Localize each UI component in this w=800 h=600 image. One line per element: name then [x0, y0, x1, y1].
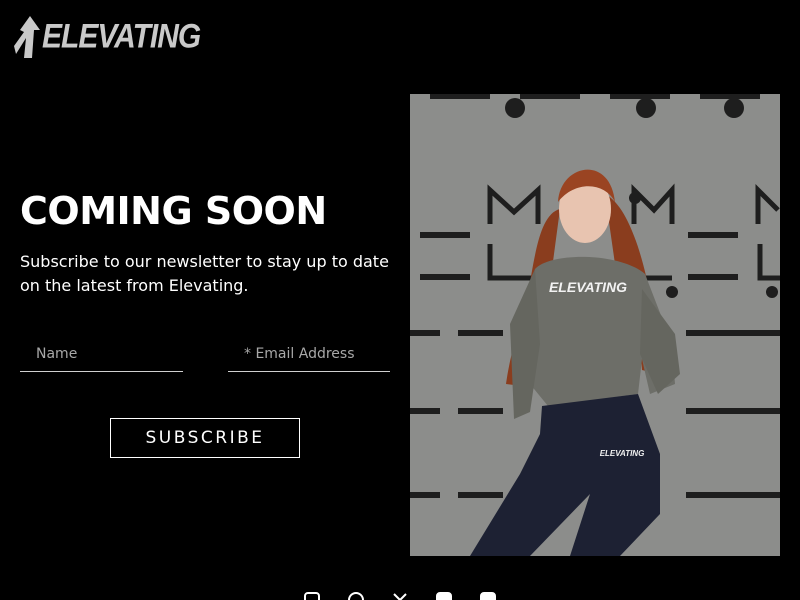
coming-soon-page: ELEVATING COMING SOON Subscribe to our n…: [0, 0, 800, 600]
name-input[interactable]: [20, 336, 183, 372]
newsletter-description: Subscribe to our newsletter to stay up t…: [20, 252, 389, 295]
hoodie-print: ELEVATING: [549, 279, 627, 295]
linkedin-icon[interactable]: [480, 592, 496, 600]
pinterest-icon[interactable]: [348, 592, 364, 600]
brand-logo[interactable]: ELEVATING: [12, 14, 201, 60]
elevating-arrow-icon: [14, 16, 40, 58]
facebook-icon[interactable]: [436, 592, 452, 600]
instagram-icon[interactable]: [304, 592, 320, 600]
x-icon[interactable]: [392, 592, 408, 600]
social-links: [0, 592, 800, 600]
email-input[interactable]: [228, 336, 390, 372]
subscribe-button[interactable]: SUBSCRIBE: [110, 418, 300, 458]
page-title: COMING SOON: [20, 189, 327, 233]
brand-logo-text: ELEVATING: [42, 17, 201, 56]
pants-print: ELEVATING: [600, 449, 645, 458]
hero-photo: ELEVATING ELEVATING: [410, 94, 780, 556]
